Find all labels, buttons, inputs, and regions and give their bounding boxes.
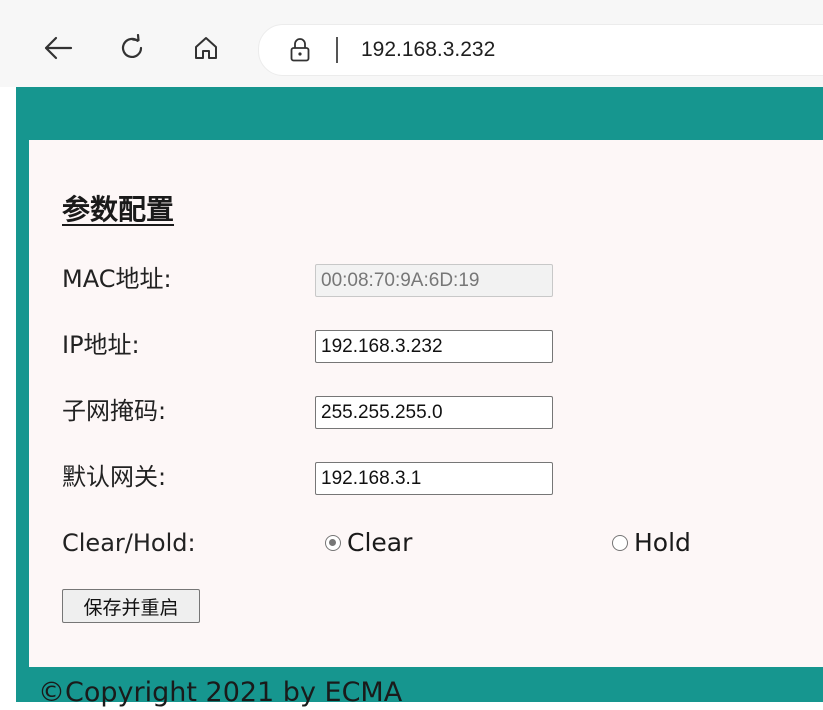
clear-hold-label: Clear/Hold: <box>62 529 196 557</box>
radio-clear[interactable]: Clear <box>325 528 412 558</box>
radio-hold-circle[interactable] <box>612 535 628 551</box>
save-and-restart-button[interactable]: 保存并重启 <box>62 589 200 623</box>
mac-address-field <box>315 264 553 297</box>
radio-clear-circle[interactable] <box>325 535 341 551</box>
address-url[interactable]: 192.168.3.232 <box>361 37 495 63</box>
back-button[interactable] <box>36 26 80 70</box>
page-title: 参数配置 <box>62 193 175 226</box>
back-arrow-icon <box>44 36 73 60</box>
radio-clear-label[interactable]: Clear <box>347 528 412 558</box>
home-icon <box>195 37 217 59</box>
gateway-field[interactable] <box>315 462 553 495</box>
gateway-label: 默认网关: <box>62 463 167 491</box>
ip-label: IP地址: <box>62 331 140 359</box>
browser-toolbar: 192.168.3.232 <box>0 0 823 87</box>
home-button[interactable] <box>184 26 228 70</box>
ip-address-field[interactable] <box>315 330 553 363</box>
address-separator <box>336 37 338 63</box>
reload-icon <box>121 34 143 59</box>
subnet-mask-field[interactable] <box>315 396 553 429</box>
address-bar[interactable]: 192.168.3.232 <box>258 24 823 76</box>
radio-hold[interactable]: Hold <box>612 528 691 558</box>
lock-icon[interactable] <box>289 37 311 63</box>
subnet-mask-label: 子网掩码: <box>62 397 167 425</box>
mac-label: MAC地址: <box>62 265 172 293</box>
radio-hold-label[interactable]: Hold <box>634 528 691 558</box>
reload-button[interactable] <box>110 26 154 70</box>
footer-copyright: ©Copyright 2021 by ECMA <box>38 677 403 708</box>
